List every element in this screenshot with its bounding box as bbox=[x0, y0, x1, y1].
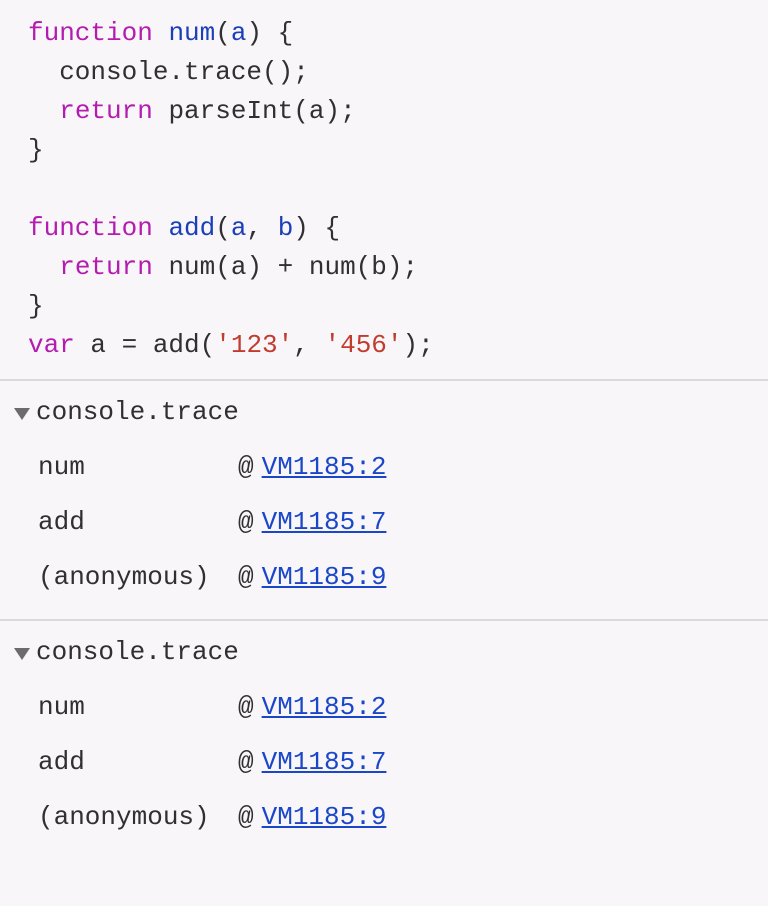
code-token: b bbox=[278, 213, 294, 243]
trace-row: num@VM1185:2 bbox=[14, 440, 750, 495]
trace-header[interactable]: console.trace bbox=[14, 633, 750, 672]
code-token: add bbox=[168, 213, 215, 243]
code-token: ); bbox=[403, 330, 434, 360]
trace-row: (anonymous)@VM1185:9 bbox=[14, 550, 750, 605]
trace-at-symbol: @ bbox=[238, 798, 254, 837]
trace-function-name: (anonymous) bbox=[38, 798, 238, 837]
trace-at-symbol: @ bbox=[238, 688, 254, 727]
trace-at-symbol: @ bbox=[238, 448, 254, 487]
code-token bbox=[153, 213, 169, 243]
trace-function-name: (anonymous) bbox=[38, 558, 238, 597]
trace-at-symbol: @ bbox=[238, 503, 254, 542]
code-line: function num(a) { bbox=[28, 14, 750, 53]
trace-function-name: num bbox=[38, 688, 238, 727]
trace-at-symbol: @ bbox=[238, 558, 254, 597]
code-token: ( bbox=[215, 18, 231, 48]
code-line: return parseInt(a); bbox=[28, 92, 750, 131]
code-line: } bbox=[28, 131, 750, 170]
trace-source-link[interactable]: VM1185:2 bbox=[262, 688, 387, 727]
code-token: '456' bbox=[324, 330, 402, 360]
code-token: var bbox=[28, 330, 75, 360]
code-token: function bbox=[28, 213, 153, 243]
trace-row: num@VM1185:2 bbox=[14, 680, 750, 735]
trace-source-link[interactable]: VM1185:9 bbox=[262, 558, 387, 597]
code-token: , bbox=[246, 213, 277, 243]
trace-title: console.trace bbox=[36, 633, 239, 672]
code-token bbox=[153, 18, 169, 48]
code-token: return bbox=[59, 96, 153, 126]
code-token: return bbox=[59, 252, 153, 282]
code-token: , bbox=[293, 330, 324, 360]
code-token: ( bbox=[215, 213, 231, 243]
code-token: } bbox=[28, 135, 44, 165]
code-token: ) { bbox=[246, 18, 293, 48]
trace-header[interactable]: console.trace bbox=[14, 393, 750, 432]
trace-block: console.tracenum@VM1185:2add@VM1185:7(an… bbox=[0, 619, 768, 859]
trace-title: console.trace bbox=[36, 393, 239, 432]
code-token bbox=[28, 96, 59, 126]
code-token: parseInt(a); bbox=[153, 96, 356, 126]
code-token: '123' bbox=[215, 330, 293, 360]
code-line: var a = add('123', '456'); bbox=[28, 326, 750, 365]
code-token: a bbox=[231, 213, 247, 243]
trace-row: (anonymous)@VM1185:9 bbox=[14, 790, 750, 845]
trace-function-name: num bbox=[38, 448, 238, 487]
code-token: ) { bbox=[293, 213, 340, 243]
trace-function-name: add bbox=[38, 503, 238, 542]
trace-source-link[interactable]: VM1185:7 bbox=[262, 503, 387, 542]
trace-source-link[interactable]: VM1185:9 bbox=[262, 798, 387, 837]
chevron-down-icon bbox=[14, 648, 30, 660]
trace-source-link[interactable]: VM1185:7 bbox=[262, 743, 387, 782]
code-line: return num(a) + num(b); bbox=[28, 248, 750, 287]
code-line bbox=[28, 170, 750, 209]
trace-source-link[interactable]: VM1185:2 bbox=[262, 448, 387, 487]
code-token bbox=[28, 252, 59, 282]
code-token: a = add( bbox=[75, 330, 215, 360]
code-line: } bbox=[28, 287, 750, 326]
code-token: console.trace(); bbox=[28, 57, 309, 87]
code-token: num(a) + num(b); bbox=[153, 252, 418, 282]
code-token: num bbox=[168, 18, 215, 48]
chevron-down-icon bbox=[14, 408, 30, 420]
trace-at-symbol: @ bbox=[238, 743, 254, 782]
code-token: function bbox=[28, 18, 153, 48]
trace-function-name: add bbox=[38, 743, 238, 782]
code-line: function add(a, b) { bbox=[28, 209, 750, 248]
code-line: console.trace(); bbox=[28, 53, 750, 92]
code-block: function num(a) { console.trace(); retur… bbox=[0, 0, 768, 379]
trace-row: add@VM1185:7 bbox=[14, 735, 750, 790]
code-token: } bbox=[28, 291, 44, 321]
trace-row: add@VM1185:7 bbox=[14, 495, 750, 550]
trace-block: console.tracenum@VM1185:2add@VM1185:7(an… bbox=[0, 379, 768, 619]
code-token: a bbox=[231, 18, 247, 48]
